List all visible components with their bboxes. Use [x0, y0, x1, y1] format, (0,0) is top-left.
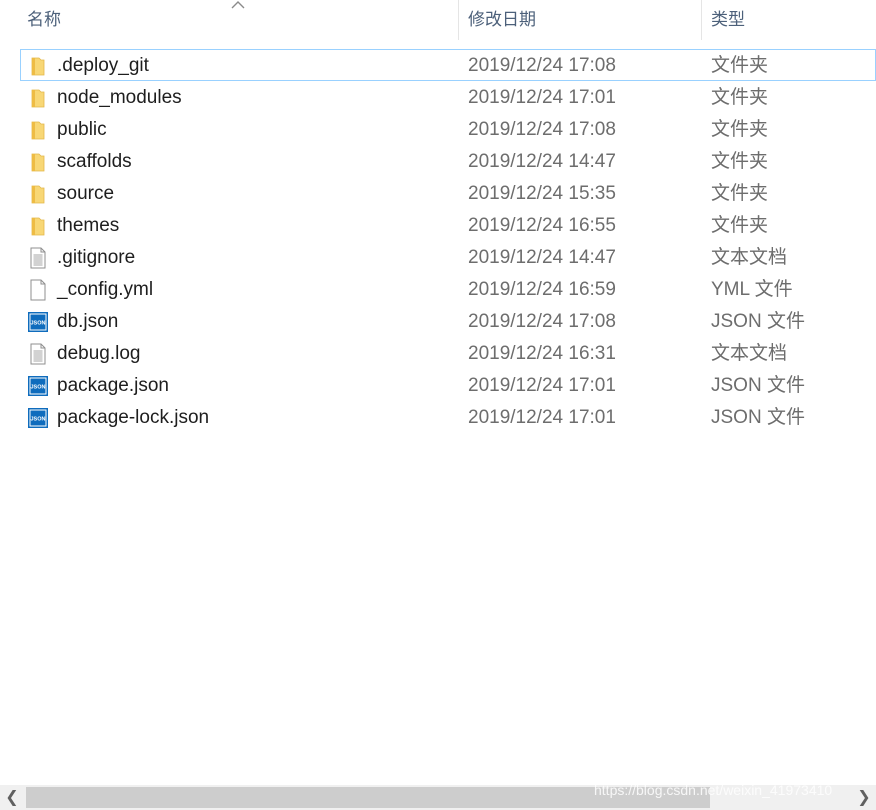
text-file-icon — [27, 343, 49, 365]
svg-text:JSON: JSON — [31, 321, 46, 327]
file-type: 文本文档 — [711, 343, 788, 364]
file-name: .deploy_git — [57, 55, 149, 76]
file-type: 文件夹 — [711, 55, 769, 76]
folder-icon — [27, 151, 49, 173]
scroll-right-icon[interactable]: ❯ — [852, 785, 876, 810]
blank-file-icon — [27, 279, 49, 301]
file-row[interactable]: scaffolds 2019/12/24 14:47 文件夹 — [20, 145, 876, 177]
file-name: scaffolds — [57, 151, 132, 172]
file-type: 文件夹 — [711, 119, 769, 140]
sort-ascending-icon — [231, 1, 245, 9]
file-name: db.json — [57, 311, 119, 332]
file-modified-date: 2019/12/24 17:08 — [468, 119, 616, 140]
file-name: themes — [57, 215, 120, 236]
file-row[interactable]: JSON db.json 2019/12/24 17:08 JSON 文件 — [20, 305, 876, 337]
file-modified-date: 2019/12/24 15:35 — [468, 183, 616, 204]
file-row[interactable]: .deploy_git 2019/12/24 17:08 文件夹 — [20, 49, 876, 81]
file-name: package-lock.json — [57, 407, 210, 428]
file-type: JSON 文件 — [711, 375, 805, 396]
file-type: 文件夹 — [711, 87, 769, 108]
json-file-icon: JSON — [27, 311, 49, 333]
file-row[interactable]: source 2019/12/24 15:35 文件夹 — [20, 177, 876, 209]
column-header-type[interactable]: 类型 — [711, 0, 745, 40]
file-modified-date: 2019/12/24 17:01 — [468, 87, 616, 108]
file-row[interactable]: themes 2019/12/24 16:55 文件夹 — [20, 209, 876, 241]
file-modified-date: 2019/12/24 17:01 — [468, 407, 616, 428]
file-modified-date: 2019/12/24 16:31 — [468, 343, 616, 364]
column-header-name[interactable]: 名称 — [27, 0, 61, 40]
file-type: JSON 文件 — [711, 311, 805, 332]
file-name: source — [57, 183, 115, 204]
json-file-icon: JSON — [27, 375, 49, 397]
folder-icon — [27, 215, 49, 237]
file-type: 文件夹 — [711, 215, 769, 236]
folder-icon — [27, 119, 49, 141]
file-type: 文本文档 — [711, 247, 788, 268]
svg-text:JSON: JSON — [31, 417, 46, 423]
scroll-left-icon[interactable]: ❮ — [0, 785, 24, 810]
column-divider[interactable] — [458, 0, 459, 40]
folder-icon — [27, 55, 49, 77]
file-row[interactable]: public 2019/12/24 17:08 文件夹 — [20, 113, 876, 145]
file-type: 文件夹 — [711, 151, 769, 172]
file-row[interactable]: debug.log 2019/12/24 16:31 文本文档 — [20, 337, 876, 369]
file-name: _config.yml — [57, 279, 154, 300]
file-row[interactable]: .gitignore 2019/12/24 14:47 文本文档 — [20, 241, 876, 273]
column-header: 名称 修改日期 类型 — [0, 0, 876, 40]
svg-text:JSON: JSON — [31, 385, 46, 391]
folder-icon — [27, 183, 49, 205]
file-row[interactable]: JSON package.json 2019/12/24 17:01 JSON 文件 — [20, 369, 876, 401]
file-modified-date: 2019/12/24 14:47 — [468, 151, 616, 172]
file-type: 文件夹 — [711, 183, 769, 204]
text-file-icon — [27, 247, 49, 269]
file-row[interactable]: JSON package-lock.json 2019/12/24 17:01 JSO… — [20, 401, 876, 433]
watermark: https://blog.csdn.net/weixin_41973410 — [594, 782, 833, 798]
file-type: YML 文件 — [711, 279, 793, 300]
file-type: JSON 文件 — [711, 407, 805, 428]
file-modified-date: 2019/12/24 16:55 — [468, 215, 616, 236]
file-modified-date: 2019/12/24 14:47 — [468, 247, 616, 268]
file-name: package.json — [57, 375, 169, 396]
folder-icon — [27, 87, 49, 109]
file-name: debug.log — [57, 343, 141, 364]
column-header-date[interactable]: 修改日期 — [468, 0, 536, 40]
file-name: public — [57, 119, 107, 140]
file-row[interactable]: node_modules 2019/12/24 17:01 文件夹 — [20, 81, 876, 113]
json-file-icon: JSON — [27, 407, 49, 429]
file-modified-date: 2019/12/24 16:59 — [468, 279, 616, 300]
column-divider[interactable] — [701, 0, 702, 40]
file-name: node_modules — [57, 87, 182, 108]
file-modified-date: 2019/12/24 17:08 — [468, 311, 616, 332]
file-modified-date: 2019/12/24 17:01 — [468, 375, 616, 396]
file-row[interactable]: _config.yml 2019/12/24 16:59 YML 文件 — [20, 273, 876, 305]
file-modified-date: 2019/12/24 17:08 — [468, 55, 616, 76]
file-name: .gitignore — [57, 247, 136, 268]
